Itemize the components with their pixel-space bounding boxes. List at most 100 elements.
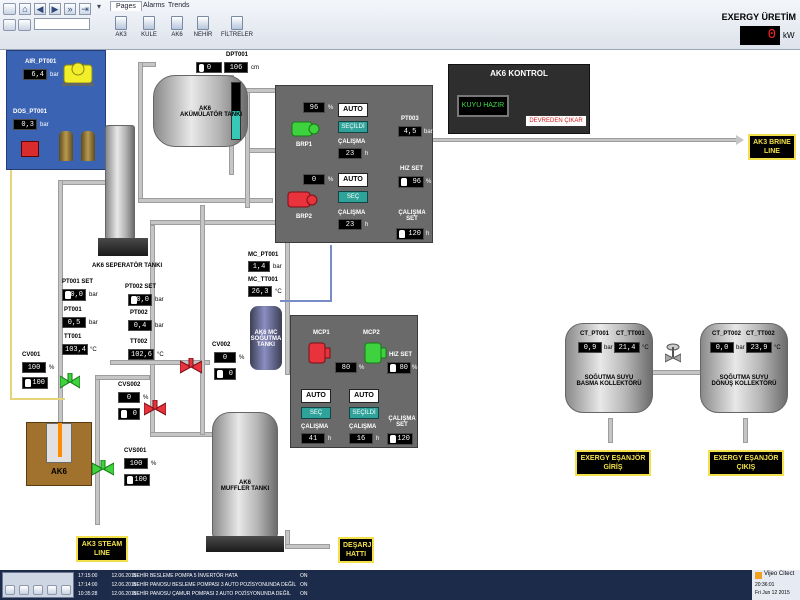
brp2-select-button[interactable]: SEÇ xyxy=(338,191,368,203)
login-icon[interactable] xyxy=(18,19,31,31)
cvs001-valve-icon[interactable] xyxy=(91,459,115,478)
unit-label: h xyxy=(328,436,332,442)
cv001-label: CV001 xyxy=(22,352,41,358)
pt001-set-value[interactable]: 0,0 xyxy=(62,289,86,301)
mc-hiz-set-value[interactable]: 80 xyxy=(387,362,411,374)
quick-label: NEHİR xyxy=(193,32,213,38)
ak3-brine-line-link[interactable]: AK3 BRINE LINE xyxy=(748,134,796,160)
separator-title: AK6 SEPERATÖR TANKI xyxy=(92,263,163,269)
cv001-valve-icon[interactable] xyxy=(59,372,81,391)
quick-ak6-button[interactable]: AK6 xyxy=(166,14,188,44)
alarm-silence-icon[interactable] xyxy=(19,585,29,595)
mc-calisma-set-label: ÇALIŞMA SET xyxy=(388,416,416,428)
well-name: AK6 xyxy=(50,467,67,476)
pt002-set-value[interactable]: 0,0 xyxy=(128,294,152,306)
alarm-time: 17:14:00 xyxy=(78,582,98,588)
pt002-set-text: 0,0 xyxy=(136,296,149,304)
home-icon[interactable] xyxy=(3,3,16,15)
mcp2-motor-icon[interactable] xyxy=(361,340,387,366)
mcp1-select-button[interactable]: SEÇ xyxy=(301,407,331,419)
cvs002-hand-value[interactable]: 0 xyxy=(118,408,140,420)
mcp2-select-button[interactable]: SEÇİLDİ xyxy=(349,407,379,419)
mcp1-motor-icon[interactable] xyxy=(305,340,331,366)
desarj-line-link[interactable]: DEŞARJ HATTI xyxy=(338,537,374,563)
page-icon xyxy=(143,16,155,30)
unit-label: °C xyxy=(157,352,164,358)
tab-alarms[interactable]: Alarms xyxy=(143,2,165,9)
up-icon[interactable]: ⌂ xyxy=(19,3,31,15)
menu-chevron-icon[interactable]: ▾ xyxy=(97,2,101,11)
exchanger-inlet-link[interactable]: EXERGY EŞANJÖR GİRİŞ xyxy=(575,450,651,476)
cv002-valve-icon[interactable] xyxy=(179,357,203,376)
brp1-run-label: ÇALIŞMA xyxy=(338,139,366,145)
well-pipe xyxy=(58,423,62,457)
pipe xyxy=(10,170,12,400)
unit-label: bar xyxy=(89,292,98,298)
dp-hand-value[interactable]: 0 xyxy=(196,62,222,73)
alarm-row[interactable]: 17:14:00 12.06.2015 NEHİR PANOSU BESLEME P… xyxy=(78,582,308,588)
brp2-mode-button[interactable]: AUTO xyxy=(338,173,368,187)
mcp2-label: MCP2 xyxy=(363,330,380,336)
quick-label: KULE xyxy=(141,32,157,38)
hand-icon xyxy=(399,230,405,238)
cv002-hand-value[interactable]: 0 xyxy=(214,368,236,380)
quick-filtreler-button[interactable]: FİLTRELER xyxy=(220,14,254,44)
brp2-label: BRP2 xyxy=(296,214,313,220)
decommission-button[interactable]: DEVREDEN ÇIKAR xyxy=(525,115,587,127)
alarm-row[interactable]: 10:35:28 12.06.2015 NEHİR PANOSU ÇAMUR POM… xyxy=(78,591,308,597)
mcp1-mode-button[interactable]: AUTO xyxy=(301,389,331,403)
status-area: Vijeo Citect 20:36:01 Fri Jun 12 2015 xyxy=(752,570,800,600)
tab-trends[interactable]: Trends xyxy=(168,2,190,9)
cvs002-valve-icon[interactable] xyxy=(143,399,167,418)
unit-label: % xyxy=(328,177,334,183)
cv001-hand-value[interactable]: 100 xyxy=(22,377,48,389)
separator-tank[interactable] xyxy=(105,125,135,240)
brp1-select-button[interactable]: SEÇİLDİ xyxy=(338,121,368,133)
brp1-mode-button[interactable]: AUTO xyxy=(338,103,368,117)
print-icon[interactable] xyxy=(3,19,16,31)
mcp2-mode-button[interactable]: AUTO xyxy=(349,389,379,403)
ak3-steam-line-link[interactable]: AK3 STEAM LINE xyxy=(76,536,128,562)
alarm-filter-icon[interactable] xyxy=(33,585,43,595)
mc-speed-value: 80 xyxy=(335,362,357,373)
calisma-set-value[interactable]: 120 xyxy=(396,228,424,240)
dos-pressure-label: DOS_PT001 xyxy=(13,109,48,115)
ct-pt001-value: 0,9 xyxy=(578,342,602,353)
unit-label: bar xyxy=(155,323,164,329)
manual-valve-icon[interactable] xyxy=(664,342,682,366)
alarm-history-icon[interactable] xyxy=(61,585,71,595)
exchanger-outlet-link[interactable]: EXERGY EŞANJÖR ÇIKIŞ xyxy=(708,450,784,476)
dp-hand-text: 0 xyxy=(206,64,212,72)
tab-pages[interactable]: Pages xyxy=(110,1,142,11)
well-status-display: KUYU HAZIR xyxy=(457,95,509,117)
dp-label: DPT001 xyxy=(226,52,249,58)
mc-calisma-set-value[interactable]: 120 xyxy=(387,433,413,445)
muffler-tank[interactable] xyxy=(212,412,278,537)
quick-kule-button[interactable]: KULE xyxy=(138,14,160,44)
brp1-label: BRP1 xyxy=(296,142,313,148)
tank-name: TANKI xyxy=(257,342,275,348)
alarm-ack-icon[interactable] xyxy=(5,585,15,595)
mc-tt-value: 26,3 xyxy=(248,286,272,297)
hiz-set-value[interactable]: 96 xyxy=(398,176,424,188)
next-page-icon[interactable]: » xyxy=(64,3,76,15)
alarm-list-icon[interactable] xyxy=(47,585,57,595)
unit-label: % xyxy=(328,105,334,111)
ct-pt001-label: CT_PT001 xyxy=(580,331,610,337)
page-search-input[interactable] xyxy=(34,18,90,30)
brp1-motor-icon[interactable] xyxy=(290,118,320,138)
last-page-icon[interactable]: ⇥ xyxy=(79,3,91,15)
cvs001-hand-value[interactable]: 100 xyxy=(124,474,150,486)
quick-ak3-button[interactable]: AK3 xyxy=(110,14,132,44)
brp2-motor-icon[interactable] xyxy=(286,188,318,210)
forward-icon[interactable]: ▶ xyxy=(49,3,61,15)
dosing-pump-icon xyxy=(21,141,39,157)
clock-time: 20:36:01 xyxy=(755,582,775,588)
header-title: EXERGY ÜRETİM xyxy=(721,12,796,22)
back-icon[interactable]: ◀ xyxy=(34,3,46,15)
mc-pt-label: MC_PT001 xyxy=(248,252,279,258)
pt002-label: PT002 xyxy=(130,310,148,316)
quick-nehir-button[interactable]: NEHİR xyxy=(192,14,214,44)
pt002-set-label: PT002 SET xyxy=(125,284,157,290)
alarm-row[interactable]: 17:15:00 12.06.2015 NEHİR BESLEME POMPA 5 … xyxy=(78,573,308,579)
